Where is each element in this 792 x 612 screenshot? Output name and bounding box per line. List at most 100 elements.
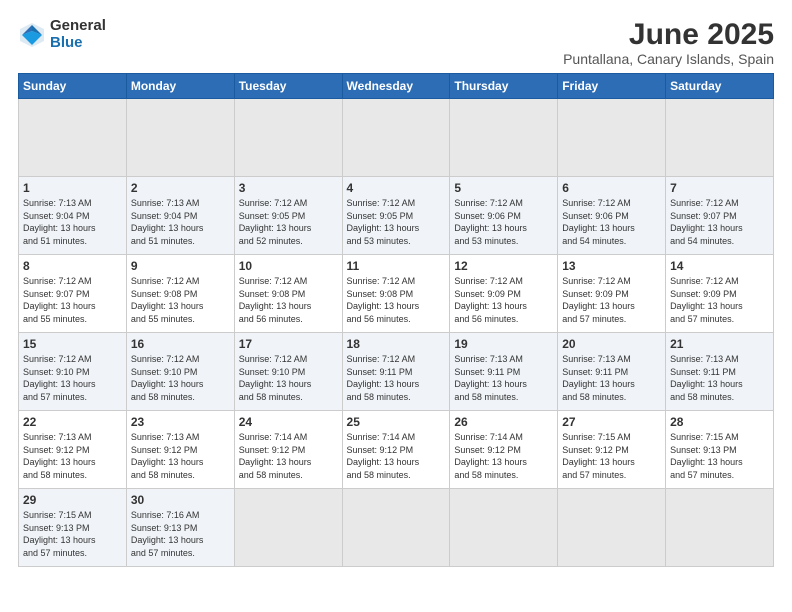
table-row: 15 Sunrise: 7:12 AM Sunset: 9:10 PM Dayli… <box>19 333 127 411</box>
cell-info: Sunrise: 7:13 AM Sunset: 9:12 PM Dayligh… <box>23 431 122 481</box>
table-row: 4Sunrise: 7:12 AM Sunset: 9:05 PM Daylig… <box>342 177 450 255</box>
table-row <box>234 489 342 567</box>
day-number: 4 <box>347 181 446 195</box>
table-row <box>666 99 774 177</box>
table-row: 2Sunrise: 7:13 AM Sunset: 9:04 PM Daylig… <box>126 177 234 255</box>
table-row <box>342 489 450 567</box>
col-sunday: Sunday <box>19 74 127 99</box>
table-row: 6 Sunrise: 7:12 AM Sunset: 9:06 PM Daylig… <box>558 177 666 255</box>
calendar-subtitle: Puntallana, Canary Islands, Spain <box>563 51 774 67</box>
table-row <box>558 99 666 177</box>
table-row: 24Sunrise: 7:14 AM Sunset: 9:12 PM Dayli… <box>234 411 342 489</box>
cell-info: Sunrise: 7:13 AM Sunset: 9:04 PM Dayligh… <box>23 197 122 247</box>
cell-info: Sunrise: 7:13 AM Sunset: 9:12 PM Dayligh… <box>131 431 230 481</box>
calendar-title: June 2025 <box>563 18 774 51</box>
calendar-header: Sunday Monday Tuesday Wednesday Thursday… <box>19 74 774 99</box>
table-row: 28 Sunrise: 7:15 AM Sunset: 9:13 PM Dayli… <box>666 411 774 489</box>
table-row: 14Sunrise: 7:12 AM Sunset: 9:09 PM Dayli… <box>666 255 774 333</box>
table-row: 18Sunrise: 7:12 AM Sunset: 9:11 PM Dayli… <box>342 333 450 411</box>
table-row: 13 Sunrise: 7:12 AM Sunset: 9:09 PM Dayli… <box>558 255 666 333</box>
day-number: 6 <box>562 181 661 195</box>
day-number: 13 <box>562 259 661 273</box>
day-number: 15 <box>23 337 122 351</box>
day-number: 8 <box>23 259 122 273</box>
cell-info: Sunrise: 7:13 AM Sunset: 9:11 PM Dayligh… <box>670 353 769 403</box>
table-row: 19Sunrise: 7:13 AM Sunset: 9:11 PM Dayli… <box>450 333 558 411</box>
day-number: 21 <box>670 337 769 351</box>
table-row: 11 Sunrise: 7:12 AM Sunset: 9:08 PM Dayli… <box>342 255 450 333</box>
table-row: 9Sunrise: 7:12 AM Sunset: 9:08 PM Daylig… <box>126 255 234 333</box>
day-number: 17 <box>239 337 338 351</box>
cell-info: Sunrise: 7:16 AM Sunset: 9:13 PM Dayligh… <box>131 509 230 559</box>
table-row <box>450 489 558 567</box>
day-number: 9 <box>131 259 230 273</box>
cell-info: Sunrise: 7:12 AM Sunset: 9:08 PM Dayligh… <box>347 275 446 325</box>
calendar-week-row <box>19 99 774 177</box>
cell-info: Sunrise: 7:12 AM Sunset: 9:05 PM Dayligh… <box>239 197 338 247</box>
table-row: 30 Sunrise: 7:16 AM Sunset: 9:13 PM Dayli… <box>126 489 234 567</box>
day-number: 10 <box>239 259 338 273</box>
calendar-week-row: 8 Sunrise: 7:12 AM Sunset: 9:07 PM Daylig… <box>19 255 774 333</box>
day-number: 2 <box>131 181 230 195</box>
table-row <box>666 489 774 567</box>
col-friday: Friday <box>558 74 666 99</box>
day-number: 5 <box>454 181 553 195</box>
table-row: 22Sunrise: 7:13 AM Sunset: 9:12 PM Dayli… <box>19 411 127 489</box>
cell-info: Sunrise: 7:12 AM Sunset: 9:09 PM Dayligh… <box>454 275 553 325</box>
table-row <box>342 99 450 177</box>
table-row: 25 Sunrise: 7:14 AM Sunset: 9:12 PM Dayli… <box>342 411 450 489</box>
logo: General Blue <box>18 18 106 51</box>
cell-info: Sunrise: 7:12 AM Sunset: 9:09 PM Dayligh… <box>670 275 769 325</box>
table-row: 23 Sunrise: 7:13 AM Sunset: 9:12 PM Dayli… <box>126 411 234 489</box>
day-number: 28 <box>670 415 769 429</box>
cell-info: Sunrise: 7:14 AM Sunset: 9:12 PM Dayligh… <box>347 431 446 481</box>
day-number: 3 <box>239 181 338 195</box>
day-number: 29 <box>23 493 122 507</box>
calendar-body: 1 Sunrise: 7:13 AM Sunset: 9:04 PM Daylig… <box>19 99 774 567</box>
table-row: 12Sunrise: 7:12 AM Sunset: 9:09 PM Dayli… <box>450 255 558 333</box>
table-row <box>19 99 127 177</box>
calendar-page: General Blue June 2025 Puntallana, Canar… <box>0 0 792 612</box>
table-row: 1 Sunrise: 7:13 AM Sunset: 9:04 PM Daylig… <box>19 177 127 255</box>
cell-info: Sunrise: 7:14 AM Sunset: 9:12 PM Dayligh… <box>454 431 553 481</box>
col-tuesday: Tuesday <box>234 74 342 99</box>
day-number: 11 <box>347 259 446 273</box>
cell-info: Sunrise: 7:12 AM Sunset: 9:06 PM Dayligh… <box>562 197 661 247</box>
cell-info: Sunrise: 7:12 AM Sunset: 9:10 PM Dayligh… <box>23 353 122 403</box>
table-row: 7Sunrise: 7:12 AM Sunset: 9:07 PM Daylig… <box>666 177 774 255</box>
cell-info: Sunrise: 7:12 AM Sunset: 9:07 PM Dayligh… <box>670 197 769 247</box>
logo-general-label: General <box>50 18 106 35</box>
header: General Blue June 2025 Puntallana, Canar… <box>18 18 774 67</box>
day-number: 30 <box>131 493 230 507</box>
calendar-table: Sunday Monday Tuesday Wednesday Thursday… <box>18 73 774 567</box>
table-row <box>234 99 342 177</box>
cell-info: Sunrise: 7:15 AM Sunset: 9:13 PM Dayligh… <box>670 431 769 481</box>
col-saturday: Saturday <box>666 74 774 99</box>
table-row: 16 Sunrise: 7:12 AM Sunset: 9:10 PM Dayli… <box>126 333 234 411</box>
table-row: 5Sunrise: 7:12 AM Sunset: 9:06 PM Daylig… <box>450 177 558 255</box>
day-number: 27 <box>562 415 661 429</box>
cell-info: Sunrise: 7:15 AM Sunset: 9:12 PM Dayligh… <box>562 431 661 481</box>
table-row: 21 Sunrise: 7:13 AM Sunset: 9:11 PM Dayli… <box>666 333 774 411</box>
col-wednesday: Wednesday <box>342 74 450 99</box>
cell-info: Sunrise: 7:13 AM Sunset: 9:11 PM Dayligh… <box>454 353 553 403</box>
title-block: June 2025 Puntallana, Canary Islands, Sp… <box>563 18 774 67</box>
table-row <box>126 99 234 177</box>
header-row: Sunday Monday Tuesday Wednesday Thursday… <box>19 74 774 99</box>
table-row: 3 Sunrise: 7:12 AM Sunset: 9:05 PM Daylig… <box>234 177 342 255</box>
col-thursday: Thursday <box>450 74 558 99</box>
day-number: 1 <box>23 181 122 195</box>
day-number: 23 <box>131 415 230 429</box>
table-row: 17 Sunrise: 7:12 AM Sunset: 9:10 PM Dayli… <box>234 333 342 411</box>
calendar-week-row: 15 Sunrise: 7:12 AM Sunset: 9:10 PM Dayli… <box>19 333 774 411</box>
table-row: 26Sunrise: 7:14 AM Sunset: 9:12 PM Dayli… <box>450 411 558 489</box>
cell-info: Sunrise: 7:13 AM Sunset: 9:11 PM Dayligh… <box>562 353 661 403</box>
cell-info: Sunrise: 7:12 AM Sunset: 9:07 PM Dayligh… <box>23 275 122 325</box>
calendar-week-row: 1 Sunrise: 7:13 AM Sunset: 9:04 PM Daylig… <box>19 177 774 255</box>
table-row: 27 Sunrise: 7:15 AM Sunset: 9:12 PM Dayli… <box>558 411 666 489</box>
cell-info: Sunrise: 7:12 AM Sunset: 9:10 PM Dayligh… <box>131 353 230 403</box>
day-number: 25 <box>347 415 446 429</box>
cell-info: Sunrise: 7:12 AM Sunset: 9:09 PM Dayligh… <box>562 275 661 325</box>
cell-info: Sunrise: 7:12 AM Sunset: 9:10 PM Dayligh… <box>239 353 338 403</box>
day-number: 16 <box>131 337 230 351</box>
